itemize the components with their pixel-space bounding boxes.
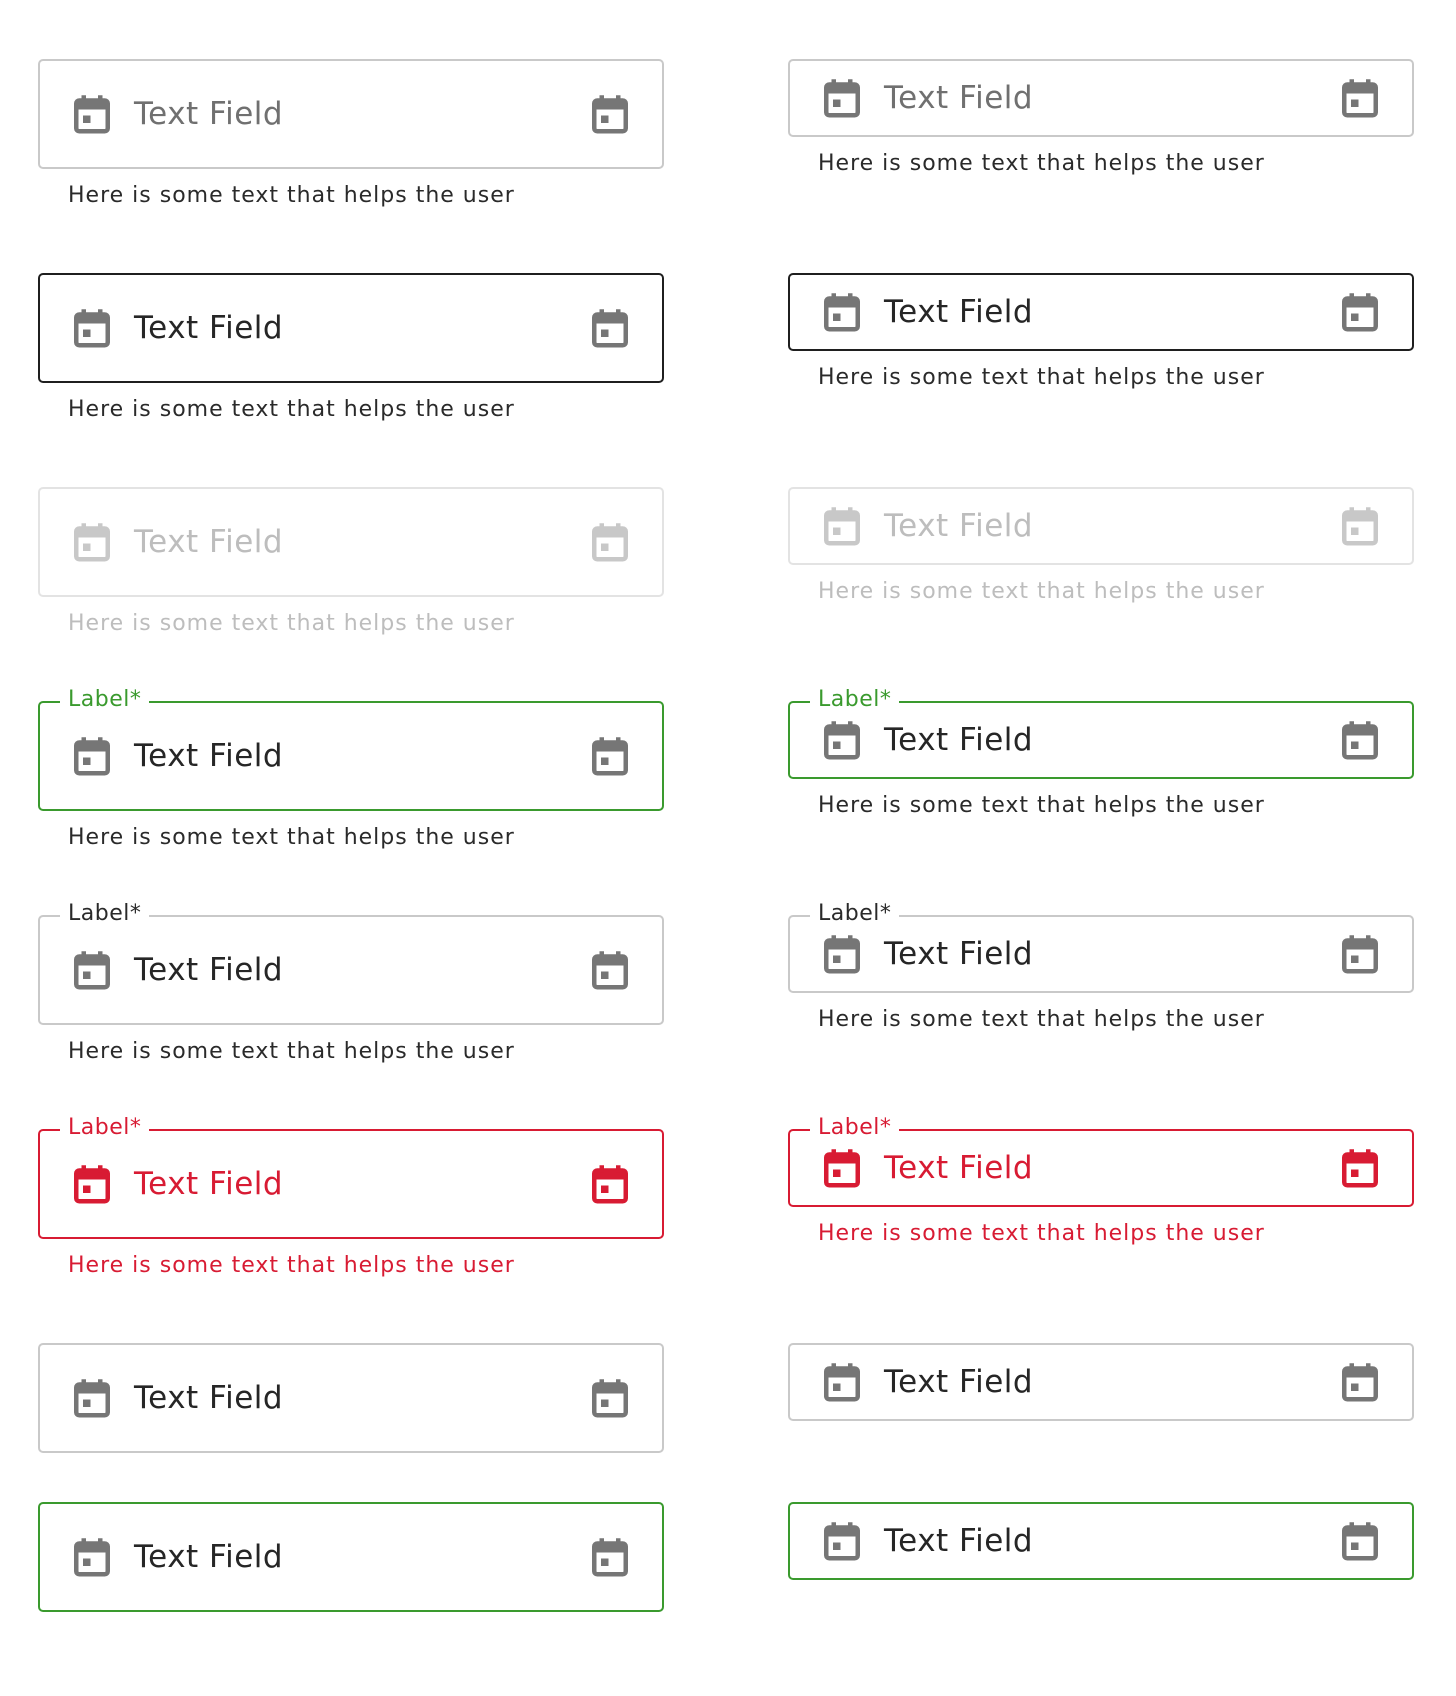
text-field-value: Text Field xyxy=(884,722,1034,758)
text-field-value: Text Field xyxy=(134,96,284,132)
calendar-icon[interactable] xyxy=(592,1378,628,1418)
text-field-value: Text Field xyxy=(884,294,1034,330)
calendar-icon xyxy=(824,79,860,118)
text-field-value: Text Field xyxy=(134,738,284,774)
calendar-icon[interactable] xyxy=(1342,1521,1378,1561)
calendar-icon xyxy=(824,935,860,974)
calendar-icon[interactable] xyxy=(592,950,628,990)
text-field-input-disabled: Text Field xyxy=(38,487,664,597)
text-field-value: Text Field xyxy=(134,310,284,346)
calendar-icon xyxy=(824,1363,860,1402)
text-field-input-filled-success[interactable]: Text Field xyxy=(38,1502,664,1612)
calendar-icon xyxy=(824,1522,860,1561)
calendar-icon xyxy=(824,1149,860,1188)
helper-text: Here is some text that helps the user xyxy=(68,1039,515,1064)
calendar-icon[interactable] xyxy=(592,1537,628,1577)
text-field-value: Text Field xyxy=(884,508,1034,544)
text-field-input-focus[interactable]: Text Field xyxy=(38,273,664,383)
calendar-icon xyxy=(74,309,110,348)
helper-text: Here is some text that helps the user xyxy=(68,611,515,636)
text-field-input-filled[interactable]: Text Field xyxy=(38,1343,664,1453)
field-label: Label* xyxy=(810,1114,900,1142)
calendar-icon xyxy=(74,951,110,990)
field-label: Label* xyxy=(60,1114,150,1142)
text-field-input-labeled[interactable]: Text Field xyxy=(38,915,664,1025)
field-label: Label* xyxy=(60,686,150,714)
helper-text: Here is some text that helps the user xyxy=(68,825,515,850)
helper-text: Here is some text that helps the user xyxy=(818,793,1265,818)
calendar-icon[interactable] xyxy=(1342,1362,1378,1402)
calendar-icon xyxy=(74,1379,110,1418)
helper-text: Here is some text that helps the user xyxy=(818,579,1265,604)
calendar-icon[interactable] xyxy=(1342,78,1378,118)
calendar-icon xyxy=(74,95,110,134)
calendar-icon[interactable] xyxy=(592,736,628,776)
text-field-value: Text Field xyxy=(134,1380,284,1416)
text-field-input-success[interactable]: Text Field xyxy=(38,701,664,811)
text-field-input-disabled: Text Field xyxy=(788,487,1414,565)
calendar-icon[interactable] xyxy=(592,308,628,348)
calendar-icon xyxy=(1342,507,1378,546)
helper-text: Here is some text that helps the user xyxy=(818,1221,1265,1246)
text-field-input-filled[interactable]: Text Field xyxy=(788,1343,1414,1421)
field-label: Label* xyxy=(810,900,900,928)
calendar-icon[interactable] xyxy=(1342,1148,1378,1188)
field-label: Label* xyxy=(810,686,900,714)
helper-text: Here is some text that helps the user xyxy=(68,397,515,422)
text-field-value: Text Field xyxy=(134,1539,284,1575)
helper-text: Here is some text that helps the user xyxy=(68,1253,515,1278)
text-field-value: Text Field xyxy=(134,524,284,560)
text-field-value: Text Field xyxy=(884,936,1034,972)
helper-text: Here is some text that helps the user xyxy=(68,183,515,208)
calendar-icon xyxy=(74,1165,110,1204)
text-field-value: Text Field xyxy=(884,80,1034,116)
calendar-icon xyxy=(74,1538,110,1577)
text-field-input-default[interactable]: Text Field xyxy=(38,59,664,169)
helper-text: Here is some text that helps the user xyxy=(818,1007,1265,1032)
text-field-value: Text Field xyxy=(134,1166,284,1202)
calendar-icon xyxy=(824,293,860,332)
text-field-value: Text Field xyxy=(134,952,284,988)
text-field-value: Text Field xyxy=(884,1364,1034,1400)
text-field-input-error[interactable]: Text Field xyxy=(38,1129,664,1239)
helper-text: Here is some text that helps the user xyxy=(818,151,1265,176)
calendar-icon[interactable] xyxy=(592,94,628,134)
calendar-icon xyxy=(824,507,860,546)
calendar-icon[interactable] xyxy=(1342,934,1378,974)
text-field-input-focus[interactable]: Text Field xyxy=(788,273,1414,351)
calendar-icon[interactable] xyxy=(592,1164,628,1204)
text-field-input-default[interactable]: Text Field xyxy=(788,59,1414,137)
calendar-icon xyxy=(592,523,628,562)
calendar-icon[interactable] xyxy=(1342,292,1378,332)
calendar-icon[interactable] xyxy=(1342,720,1378,760)
text-field-input-filled-success[interactable]: Text Field xyxy=(788,1502,1414,1580)
text-field-value: Text Field xyxy=(884,1523,1034,1559)
calendar-icon xyxy=(74,523,110,562)
helper-text: Here is some text that helps the user xyxy=(818,365,1265,390)
text-field-value: Text Field xyxy=(884,1150,1034,1186)
calendar-icon xyxy=(74,737,110,776)
field-label: Label* xyxy=(60,900,150,928)
calendar-icon xyxy=(824,721,860,760)
